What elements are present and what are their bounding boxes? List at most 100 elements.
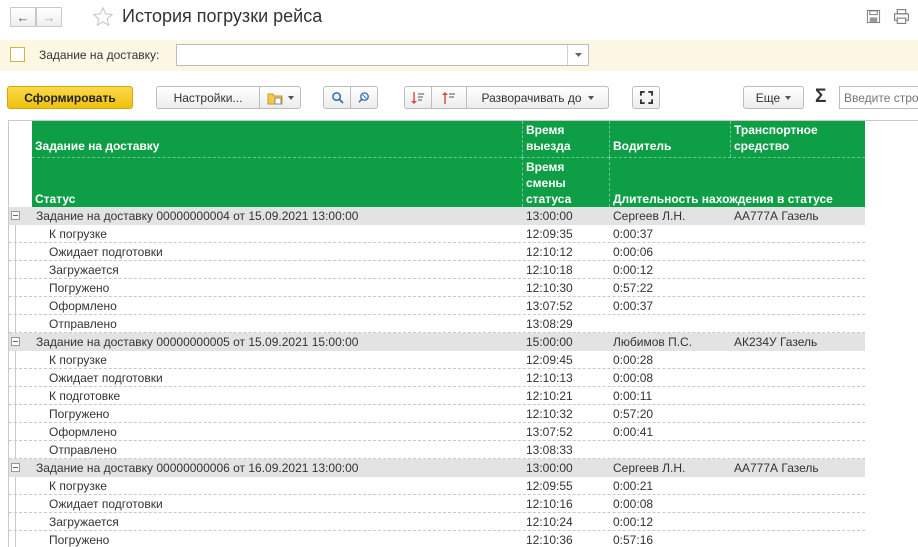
collapse-toggle-icon[interactable]	[11, 211, 20, 220]
tree-guide-line	[15, 369, 16, 387]
filter-bar: Задание на доставку:	[0, 40, 918, 71]
task-filter-checkbox[interactable]	[10, 47, 25, 62]
tree-guide-line	[15, 297, 16, 315]
collapse-toggle-icon[interactable]	[11, 337, 20, 346]
header-task: Задание на доставку	[32, 121, 522, 157]
sort-asc-button[interactable]	[431, 86, 467, 109]
vehicle-name: АА777А Газель	[734, 461, 819, 475]
status-duration: 0:57:16	[613, 533, 654, 547]
status-change-time: 12:10:13	[526, 371, 573, 385]
task-name: Задание на доставку 00000000005 от 15.09…	[36, 335, 359, 349]
sort-desc-button[interactable]	[404, 86, 432, 109]
status-duration: 0:00:41	[613, 425, 654, 439]
status-change-time: 12:10:24	[526, 515, 573, 529]
report-table: Задание на доставку Статус Время выезда …	[8, 120, 918, 547]
sum-icon[interactable]: Σ	[815, 86, 826, 108]
table-row[interactable]: Ожидает подготовки 12:10:12 0:00:06	[9, 243, 865, 261]
folder-icon	[267, 93, 282, 104]
collapse-toggle-icon[interactable]	[11, 463, 20, 472]
vehicle-name: АА777А Газель	[734, 209, 819, 223]
table-row[interactable]: К погрузке 12:09:35 0:00:37	[9, 225, 865, 243]
more-button[interactable]: Еще	[743, 86, 804, 109]
star-icon[interactable]	[92, 6, 114, 28]
task-filter-input[interactable]	[176, 44, 589, 66]
table-row[interactable]: Ожидает подготовки 12:10:13 0:00:08	[9, 369, 865, 387]
table-row[interactable]: Отправлено 13:08:29	[9, 315, 865, 333]
status-change-time: 12:09:35	[526, 227, 573, 241]
group-row[interactable]: Задание на доставку 00000000005 от 15.09…	[9, 333, 865, 351]
status-name: К подготовке	[49, 389, 121, 403]
header-vehicle: Транспортное средство	[730, 121, 865, 157]
forward-button[interactable]: →	[36, 7, 62, 27]
tree-guide-line	[15, 513, 16, 531]
status-duration: 0:00:08	[613, 497, 654, 511]
status-change-time: 12:10:21	[526, 389, 573, 403]
dropdown-button[interactable]	[567, 45, 588, 65]
search-cancel-icon	[357, 92, 369, 103]
status-duration: 0:00:21	[613, 479, 654, 493]
table-row[interactable]: Погружено 12:10:32 0:57:20	[9, 405, 865, 423]
table-row[interactable]: К подготовке 12:10:21 0:00:11	[9, 387, 865, 405]
status-name: Погружено	[49, 281, 110, 295]
table-row[interactable]: Погружено 12:10:30 0:57:22	[9, 279, 865, 297]
search-icon	[331, 92, 344, 104]
back-button[interactable]: ←	[10, 7, 36, 27]
tree-guide-line	[15, 531, 16, 547]
variants-button[interactable]	[259, 86, 301, 109]
generate-button[interactable]: Сформировать	[7, 86, 133, 109]
arrow-right-icon: →	[42, 9, 56, 25]
departure-time: 13:00:00	[526, 209, 573, 223]
expand-to-button[interactable]: Разворачивать до	[466, 86, 609, 109]
chevron-down-icon	[587, 95, 594, 100]
status-change-time: 12:10:36	[526, 533, 573, 547]
table-row[interactable]: Отправлено 13:08:33	[9, 441, 865, 459]
chevron-down-icon	[785, 95, 792, 100]
group-row[interactable]: Задание на доставку 00000000004 от 15.09…	[9, 207, 865, 225]
table-row[interactable]: Загружается 12:10:18 0:00:12	[9, 261, 865, 279]
group-row[interactable]: Задание на доставку 00000000006 от 16.09…	[9, 459, 865, 477]
table-row[interactable]: Оформлено 13:07:52 0:00:41	[9, 423, 865, 441]
table-row[interactable]: Погружено 12:10:36 0:57:16	[9, 531, 865, 547]
status-name: К погрузке	[49, 353, 107, 367]
status-change-time: 12:09:45	[526, 353, 573, 367]
tree-guide-line	[15, 441, 16, 459]
vehicle-name: АК234У Газель	[734, 335, 818, 349]
tree-guide-line	[15, 477, 16, 495]
status-change-time: 12:09:55	[526, 479, 573, 493]
status-name: Загружается	[49, 263, 119, 277]
tree-guide-line	[15, 243, 16, 261]
print-icon[interactable]	[893, 8, 910, 25]
table-row[interactable]: Ожидает подготовки 12:10:16 0:00:08	[9, 495, 865, 513]
search-input[interactable]	[839, 86, 918, 109]
settings-button[interactable]: Настройки...	[156, 86, 260, 109]
fullscreen-button[interactable]	[632, 86, 660, 109]
status-name: К погрузке	[49, 227, 107, 241]
status-duration: 0:00:37	[613, 299, 654, 313]
status-name: Ожидает подготовки	[49, 245, 163, 259]
search-button[interactable]	[323, 86, 351, 109]
header-driver: Водитель	[609, 121, 730, 157]
departure-time: 15:00:00	[526, 335, 573, 349]
status-change-time: 13:07:52	[526, 425, 573, 439]
tree-guide-line	[15, 405, 16, 423]
fullscreen-icon	[639, 91, 653, 104]
tree-guide-line	[15, 351, 16, 369]
save-icon[interactable]	[866, 9, 881, 24]
status-change-time: 12:10:12	[526, 245, 573, 259]
table-row[interactable]: К погрузке 12:09:45 0:00:28	[9, 351, 865, 369]
status-name: Ожидает подготовки	[49, 371, 163, 385]
tree-guide-line	[15, 495, 16, 513]
driver-name: Сергеев Л.Н.	[613, 461, 686, 475]
table-row[interactable]: К погрузке 12:09:55 0:00:21	[9, 477, 865, 495]
status-name: Погружено	[49, 407, 110, 421]
table-row[interactable]: Оформлено 13:07:52 0:00:37	[9, 297, 865, 315]
table-row[interactable]: Загружается 12:10:24 0:00:12	[9, 513, 865, 531]
status-change-time: 13:07:52	[526, 299, 573, 313]
status-duration: 0:57:22	[613, 281, 654, 295]
search-reset-button[interactable]	[350, 86, 378, 109]
status-name: Оформлено	[49, 425, 117, 439]
header-status: Статус	[32, 157, 522, 207]
driver-name: Сергеев Л.Н.	[613, 209, 686, 223]
departure-time: 13:00:00	[526, 461, 573, 475]
status-name: Загружается	[49, 515, 119, 529]
